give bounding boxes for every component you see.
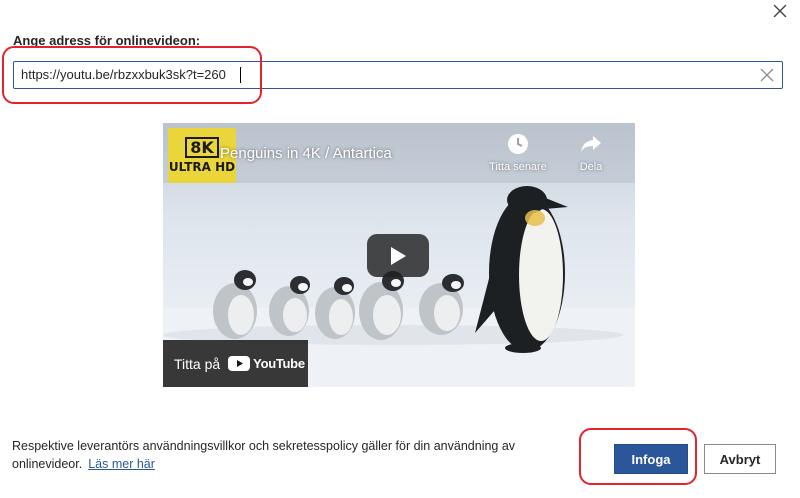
- clear-icon: [760, 68, 774, 82]
- watch-later-label: Titta senare: [489, 161, 547, 173]
- url-input[interactable]: [14, 62, 761, 87]
- share-label: Dela: [579, 161, 603, 173]
- url-label: Ange adress för onlinevideon:: [13, 33, 201, 48]
- play-button[interactable]: [367, 234, 429, 277]
- youtube-wordmark: YouTube: [253, 356, 305, 371]
- clear-button[interactable]: [758, 66, 776, 84]
- cancel-button[interactable]: Avbryt: [704, 444, 776, 474]
- youtube-logo: YouTube: [228, 356, 305, 371]
- share-icon: [581, 136, 601, 152]
- text-caret: [240, 67, 241, 83]
- share-button[interactable]: Dela: [558, 133, 624, 173]
- video-title[interactable]: Penguins in 4K / Antartica: [220, 145, 392, 162]
- video-preview[interactable]: 8K ULTRA HD Penguins in 4K / Antartica T…: [163, 123, 635, 387]
- learn-more-link[interactable]: Läs mer här: [88, 457, 155, 471]
- clock-icon: [508, 134, 528, 154]
- play-icon: [391, 246, 406, 265]
- watch-on-youtube-button[interactable]: Titta på YouTube: [163, 340, 308, 387]
- insert-button[interactable]: Infoga: [614, 444, 688, 474]
- youtube-logo-icon: [228, 356, 251, 371]
- channel-logo-ultrahd: ULTRA HD: [168, 160, 236, 174]
- watch-later-button[interactable]: Titta senare: [485, 133, 551, 173]
- terms-disclaimer: Respektive leverantörs användningsvillko…: [12, 437, 552, 473]
- url-field[interactable]: [13, 61, 783, 89]
- close-icon: [773, 4, 787, 18]
- channel-logo-8k: 8K: [185, 137, 219, 158]
- close-button[interactable]: [766, 0, 794, 22]
- watch-on-label: Titta på: [174, 355, 221, 372]
